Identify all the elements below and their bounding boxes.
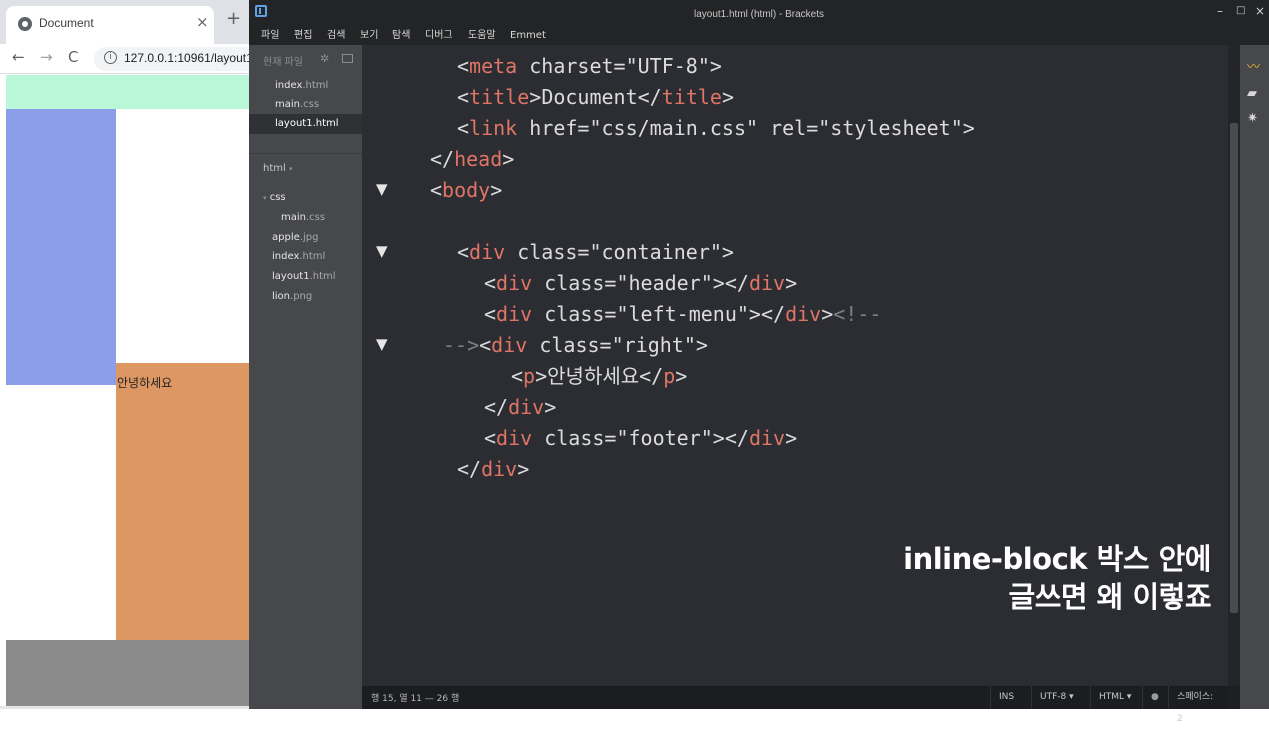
code-line[interactable]: <div class="container"> [457, 237, 734, 268]
minimize-button[interactable]: – [1217, 4, 1223, 18]
new-tab-button[interactable]: + [226, 10, 241, 28]
indent-spaces[interactable]: 스페이스: 2 [1168, 686, 1228, 724]
lint-status-icon[interactable]: ● [1142, 686, 1167, 709]
working-file-index[interactable]: index.html [275, 80, 328, 91]
tree-file-index[interactable]: index.html [272, 251, 325, 262]
brackets-window: layout1.html (html) - Brackets – □ × 파일 … [249, 0, 1269, 724]
close-button[interactable]: × [1255, 4, 1265, 18]
sidebar: 현재 파일 ✲ index.html main.css layout1.html… [249, 45, 362, 709]
fold-arrow-icon[interactable]: ▼ [376, 242, 388, 260]
gear-icon[interactable]: ✲ [320, 52, 329, 65]
code-line[interactable]: <p>안녕하세요</p> [511, 361, 687, 392]
title-bar: layout1.html (html) - Brackets – □ × [249, 0, 1269, 28]
code-line[interactable]: </div> [484, 392, 556, 423]
back-arrow-icon[interactable]: ← [12, 50, 25, 65]
extension-manager-icon[interactable]: ▰ [1247, 87, 1257, 100]
working-file-layout1[interactable]: layout1.html [275, 118, 339, 129]
code-line[interactable]: </div> [457, 454, 529, 485]
page-right-box [116, 363, 252, 640]
page-left-menu-box [6, 109, 116, 385]
reload-icon[interactable]: C [68, 50, 78, 65]
forward-arrow-icon[interactable]: → [40, 50, 53, 65]
tree-file-apple[interactable]: apple.jpg [272, 232, 318, 243]
menu-view[interactable]: 보기 [360, 28, 378, 43]
tree-file-lion[interactable]: lion.png [272, 291, 312, 302]
fold-arrow-icon[interactable]: ▼ [376, 335, 388, 353]
status-bar: 행 15, 열 11 — 26 행 INS UTF-8 ▾ HTML ▾ ● 스… [362, 686, 1228, 724]
browser-window: Document × + ← → C i 127.0.0.1:10961/lay… [0, 0, 252, 709]
code-line[interactable]: <meta charset="UTF-8"> [457, 51, 722, 82]
sidebar-divider [249, 153, 362, 154]
editor-scrollbar[interactable] [1228, 45, 1240, 686]
menu-find[interactable]: 검색 [327, 28, 345, 43]
working-file-main[interactable]: main.css [275, 99, 319, 110]
tree-file-layout1[interactable]: layout1.html [272, 271, 336, 282]
info-icon[interactable]: i [104, 51, 117, 64]
code-line[interactable]: </head> [430, 144, 514, 175]
caption-line-2: 글쓰면 왜 이렇죠 [1008, 580, 1212, 614]
project-dropdown[interactable]: html ▾ [263, 163, 292, 174]
page-footer-box [6, 640, 252, 706]
code-line[interactable]: <div class="header"></div> [484, 268, 797, 299]
live-preview-icon[interactable]: 〰 [1247, 61, 1260, 74]
split-view-icon[interactable] [342, 54, 353, 63]
caption-overlay: inline-block 박스 안에 글쓰면 왜 이렇죠 [903, 540, 1211, 616]
code-line[interactable]: <link href="css/main.css" rel="styleshee… [457, 113, 975, 144]
scrollbar-thumb[interactable] [1230, 123, 1238, 613]
page-header-box [6, 75, 252, 109]
menu-debug[interactable]: 디버그 [425, 28, 453, 43]
language-dropdown[interactable]: HTML ▾ [1090, 686, 1139, 709]
maximize-button[interactable]: □ [1236, 5, 1245, 16]
close-icon[interactable]: × [196, 13, 209, 31]
code-line[interactable]: <div class="footer"></div> [484, 423, 797, 454]
globe-icon [18, 17, 32, 31]
right-toolbar: 〰 ▰ ✷ [1240, 45, 1269, 709]
browser-tabstrip: Document × + [0, 0, 252, 44]
menu-navigate[interactable]: 탐색 [392, 28, 410, 43]
ins-mode[interactable]: INS [990, 686, 1022, 709]
code-line[interactable]: <div class="left-menu"></div><!-- [484, 299, 881, 330]
encoding-dropdown[interactable]: UTF-8 ▾ [1031, 686, 1082, 709]
url-text[interactable]: 127.0.0.1:10961/layout1 [124, 51, 252, 65]
menu-file[interactable]: 파일 [261, 28, 279, 43]
window-title: layout1.html (html) - Brackets [693, 9, 825, 20]
tree-file-main-css[interactable]: main.css [281, 212, 325, 223]
browser-toolbar: ← → C i 127.0.0.1:10961/layout1 [0, 44, 252, 74]
code-line[interactable]: <title>Document</title> [457, 82, 734, 113]
address-bar[interactable]: i 127.0.0.1:10961/layout1 [94, 47, 252, 71]
code-line[interactable]: --><div class="right"> [443, 330, 708, 361]
browser-tab[interactable]: Document × [6, 6, 214, 44]
menu-help[interactable]: 도움말 [468, 28, 496, 43]
menu-bar: 파일 편집 검색 보기 탐색 디버그 도움말 Emmet [249, 28, 1269, 45]
menu-edit[interactable]: 편집 [294, 28, 312, 43]
cursor-position[interactable]: 행 15, 열 11 — 26 행 [371, 691, 459, 704]
menu-emmet[interactable]: Emmet [510, 28, 546, 43]
page-paragraph: 안녕하세요 [117, 376, 173, 390]
fold-arrow-icon[interactable]: ▼ [376, 180, 388, 198]
caption-line-1: inline-block 박스 안에 [903, 542, 1211, 576]
working-files-label: 현재 파일 [263, 57, 303, 68]
tree-folder-css[interactable]: ▾ css [263, 192, 286, 203]
page-viewport: 안녕하세요 [0, 75, 252, 709]
code-line[interactable]: <body> [430, 175, 502, 206]
magic-wand-icon[interactable]: ✷ [1247, 112, 1258, 125]
tab-title: Document [39, 16, 94, 30]
